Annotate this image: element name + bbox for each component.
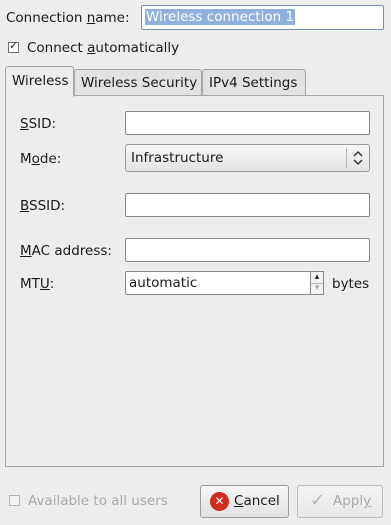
- mtu-unit-label: bytes: [332, 276, 370, 292]
- cancel-label: Cancel: [234, 493, 280, 509]
- checkmark-icon: ✓: [310, 490, 325, 511]
- mtu-label-mnemonic: U: [39, 276, 50, 292]
- mac-address-label-text: AC address:: [31, 243, 112, 259]
- mode-label-text: M: [20, 151, 32, 167]
- mode-label-mnemonic: o: [31, 151, 40, 167]
- tab-ipv4-settings-label: IPv4 Settings: [209, 75, 298, 91]
- cancel-icon: ✕: [210, 492, 229, 511]
- available-to-all-users-checkbox[interactable]: [9, 495, 20, 506]
- mode-label-text-end: de:: [39, 151, 62, 167]
- mac-address-label-mnemonic: M: [20, 243, 32, 259]
- mode-select-value: Infrastructure: [131, 150, 224, 166]
- mtu-label-text-end: :: [49, 276, 55, 292]
- apply-label-text: Appl: [333, 493, 364, 509]
- mode-select-divider: [346, 148, 347, 168]
- chevron-up-down-icon: [352, 148, 364, 168]
- mtu-decrement-button[interactable]: ▾: [311, 283, 323, 294]
- cancel-label-text: ancel: [243, 493, 280, 509]
- ssid-label-text: SID:: [28, 116, 57, 132]
- mtu-label-text: MT: [20, 276, 40, 292]
- apply-label: Apply: [333, 493, 371, 509]
- arrow-up-icon: ▴: [314, 272, 320, 282]
- tab-wireless-label: Wireless: [12, 73, 69, 89]
- cancel-icon-glyph: ✕: [214, 494, 225, 508]
- connect-automatically-text: Connect: [27, 40, 88, 56]
- bssid-label-text: SSID:: [29, 198, 66, 214]
- connection-name-input[interactable]: Wireless connection 1: [141, 5, 384, 30]
- apply-button[interactable]: ✓ Apply: [297, 485, 383, 518]
- connect-automatically-text-end: utomatically: [95, 40, 180, 56]
- ssid-label: SSID:: [20, 116, 56, 132]
- mac-address-label: MAC address:: [20, 243, 112, 259]
- mtu-input[interactable]: automatic: [125, 271, 311, 295]
- arrow-down-icon: ▾: [314, 283, 320, 293]
- connect-automatically-checkbox[interactable]: ✓: [8, 39, 19, 53]
- connection-name-label-text: Connection: [6, 10, 87, 26]
- tab-wireless-security[interactable]: Wireless Security: [74, 69, 202, 95]
- cancel-button[interactable]: ✕ Cancel: [200, 485, 289, 518]
- mtu-value: automatic: [129, 275, 198, 291]
- apply-label-mnemonic: y: [363, 493, 372, 509]
- mode-select[interactable]: Infrastructure: [125, 144, 370, 172]
- connection-name-label-text-end: ame:: [95, 10, 130, 26]
- mode-label: Mode:: [20, 151, 61, 167]
- mtu-spin-buttons: ▴ ▾: [310, 271, 324, 295]
- checkmark-icon-glyph: ✓: [310, 490, 326, 511]
- mac-address-input[interactable]: [125, 238, 370, 262]
- connection-name-label-mnemonic: n: [86, 10, 96, 26]
- ssid-label-mnemonic: S: [20, 116, 29, 132]
- connection-name-label: Connection name:: [6, 10, 130, 26]
- bssid-input[interactable]: [125, 193, 370, 217]
- bssid-label-mnemonic: B: [20, 198, 30, 214]
- tab-wireless-security-label: Wireless Security: [81, 75, 198, 91]
- check-icon: ✓: [9, 39, 19, 52]
- tab-ipv4-settings[interactable]: IPv4 Settings: [202, 69, 306, 95]
- bssid-label: BSSID:: [20, 198, 65, 214]
- mtu-label: MTU:: [20, 276, 54, 292]
- ssid-input[interactable]: [125, 111, 370, 135]
- connection-name-value: Wireless connection 1: [145, 9, 296, 25]
- connect-automatically-label[interactable]: Connect automatically: [27, 40, 179, 56]
- available-to-all-users-label: Available to all users: [28, 493, 168, 509]
- tab-wireless[interactable]: Wireless: [5, 66, 74, 97]
